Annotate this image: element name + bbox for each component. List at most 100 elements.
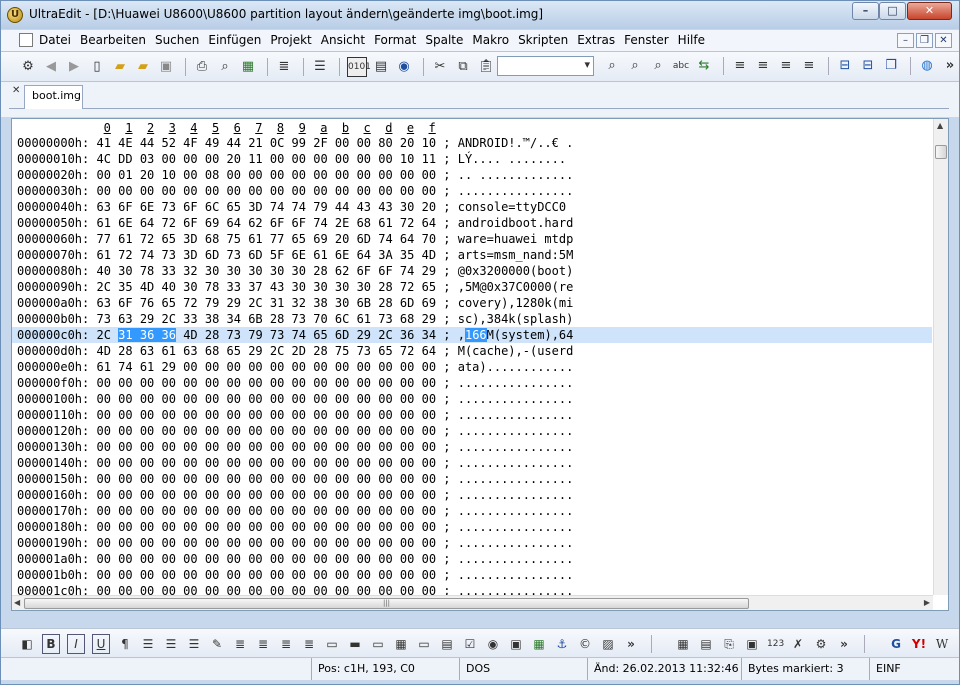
bold-icon[interactable]: B (42, 634, 60, 654)
align-left-icon[interactable]: ≡ (731, 57, 749, 75)
hex-row[interactable]: 00000090h: 2C 35 4D 40 30 78 33 37 43 30… (17, 279, 932, 295)
more-tools-icon[interactable]: » (941, 57, 959, 75)
hex-row[interactable]: 00000050h: 61 6E 64 72 6F 69 64 62 6F 6F… (17, 215, 932, 231)
hex-row[interactable]: 000000a0h: 63 6F 76 65 72 79 29 2C 31 32… (17, 295, 932, 311)
hex-lines[interactable]: 00000000h: 41 4E 44 52 4F 49 44 21 0C 99… (12, 135, 932, 599)
form-icon[interactable]: ▭ (324, 635, 340, 653)
menu-item[interactable]: Datei (39, 33, 78, 47)
heading4-icon[interactable]: ≣ (301, 635, 317, 653)
radio-icon[interactable]: ◉ (485, 635, 501, 653)
hex-row[interactable]: 00000170h: 00 00 00 00 00 00 00 00 00 00… (17, 503, 932, 519)
menu-item[interactable]: Fenster (624, 33, 676, 47)
find-files-icon[interactable]: ⌕ (649, 57, 667, 75)
menu-item[interactable]: Einfügen (208, 33, 268, 47)
hex-row[interactable]: 00000150h: 00 00 00 00 00 00 00 00 00 00… (17, 471, 932, 487)
hex-row[interactable]: 00000020h: 00 01 20 10 00 08 00 00 00 00… (17, 167, 932, 183)
scroll-right-icon[interactable]: ▶ (924, 598, 930, 607)
image-icon[interactable]: ▦ (239, 58, 257, 76)
hex-row[interactable]: 00000130h: 00 00 00 00 00 00 00 00 00 00… (17, 439, 932, 455)
hex-row[interactable]: 00000040h: 63 6F 6E 73 6F 6C 65 3D 74 74… (17, 199, 932, 215)
anchor-icon[interactable]: ⚓ (554, 635, 570, 653)
table-icon[interactable]: ▦ (393, 635, 409, 653)
menu-item[interactable]: Format (374, 33, 423, 47)
hex-row[interactable]: 00000060h: 77 61 72 65 3D 68 75 61 77 65… (17, 231, 932, 247)
vertical-scrollbar[interactable]: ▲ (933, 119, 948, 595)
vertical-scroll-thumb[interactable] (935, 145, 947, 159)
align-center-icon[interactable]: ≡ (754, 57, 772, 75)
yahoo-icon[interactable]: Y! (911, 635, 927, 653)
hex-row[interactable]: 00000100h: 00 00 00 00 00 00 00 00 00 00… (17, 391, 932, 407)
hex-row[interactable]: 00000030h: 00 00 00 00 00 00 00 00 00 00… (17, 183, 932, 199)
checkbox-icon[interactable]: ☑ (462, 635, 478, 653)
wizard-icon[interactable]: ⚙ (813, 635, 829, 653)
color-icon[interactable]: ▨ (600, 635, 616, 653)
hex-row[interactable]: 00000010h: 4C DD 03 00 00 00 20 11 00 00… (17, 151, 932, 167)
hex-row[interactable]: 000000b0h: 73 63 29 2C 33 38 34 6B 28 73… (17, 311, 932, 327)
id-icon[interactable]: ▣ (744, 635, 760, 653)
justify-icon[interactable]: ≡ (800, 57, 818, 75)
menu-item[interactable]: Suchen (155, 33, 206, 47)
hex-row[interactable]: 000000d0h: 4D 28 63 61 63 68 65 29 2C 2D… (17, 343, 932, 359)
menu-item[interactable]: Spalte (425, 33, 470, 47)
close-tab-icon[interactable]: ✕ (12, 85, 20, 96)
clipboard-combo[interactable] (497, 56, 594, 76)
hex-row[interactable]: 00000110h: 00 00 00 00 00 00 00 00 00 00… (17, 407, 932, 423)
copy-icon[interactable]: ⧉ (454, 58, 472, 76)
image-insert-icon[interactable]: ▦ (531, 635, 547, 653)
hex-row[interactable]: 00000000h: 41 4E 44 52 4F 49 44 21 0C 99… (17, 135, 932, 151)
hex-row[interactable]: 00000070h: 61 72 74 73 3D 6D 73 6D 5F 6E… (17, 247, 932, 263)
export-icon[interactable]: ⎘ (721, 635, 737, 653)
close-button[interactable]: ✕ (907, 2, 952, 20)
column-mode-icon[interactable]: ▤ (372, 58, 390, 76)
hex-editor[interactable]: 0123456789abcdef 00000000h: 41 4E 44 52 … (11, 118, 949, 611)
bullet-list-icon[interactable]: ☰ (140, 635, 156, 653)
menu-item[interactable]: Hilfe (678, 33, 712, 47)
doc-restore-button[interactable]: ❐ (916, 33, 933, 48)
more-extra-icon[interactable]: » (836, 635, 852, 653)
hr-icon[interactable]: ▬ (347, 635, 363, 653)
cascade-icon[interactable]: ❐ (882, 57, 900, 75)
hex-row[interactable]: 000001b0h: 00 00 00 00 00 00 00 00 00 00… (17, 567, 932, 583)
google-icon[interactable]: G (888, 635, 904, 653)
document-icon[interactable] (19, 33, 33, 47)
menu-item[interactable]: Skripten (518, 33, 575, 47)
hex-row[interactable]: 00000140h: 00 00 00 00 00 00 00 00 00 00… (17, 455, 932, 471)
wikipedia-icon[interactable]: W (934, 635, 950, 653)
maximize-button[interactable]: □ (879, 2, 906, 20)
minimize-button[interactable]: – (852, 2, 879, 20)
scroll-left-icon[interactable]: ◀ (14, 598, 20, 607)
menu-item[interactable]: Makro (472, 33, 516, 47)
grid-icon[interactable]: ▦ (675, 635, 691, 653)
list-box-icon[interactable]: ▤ (439, 635, 455, 653)
hex-row[interactable]: 000000c0h: 2C 31 36 36 4D 28 73 79 73 74… (12, 327, 932, 343)
frame-icon[interactable]: ▣ (508, 635, 524, 653)
hex-row[interactable]: 00000190h: 00 00 00 00 00 00 00 00 00 00… (17, 535, 932, 551)
spell-check-icon[interactable]: abc (672, 57, 690, 75)
tab-boot-img[interactable]: boot.img (24, 85, 83, 109)
print-icon[interactable]: ⎙ (193, 58, 211, 76)
hex-row[interactable]: 00000160h: 00 00 00 00 00 00 00 00 00 00… (17, 487, 932, 503)
align-right-icon[interactable]: ≡ (777, 57, 795, 75)
open-recent-icon[interactable]: ▰ (134, 58, 152, 76)
hex-row[interactable]: 00000120h: 00 00 00 00 00 00 00 00 00 00… (17, 423, 932, 439)
horizontal-scrollbar[interactable]: ◀ ||| ▶ (12, 595, 933, 610)
menu-item[interactable]: Ansicht (321, 33, 372, 47)
menu-item[interactable]: Extras (577, 33, 622, 47)
italic-icon[interactable]: I (67, 634, 85, 654)
back-icon[interactable]: ◀ (42, 58, 60, 76)
print-preview-icon[interactable]: ⌕ (216, 58, 234, 76)
heading2-icon[interactable]: ≣ (255, 635, 271, 653)
button-icon[interactable]: ▭ (416, 635, 432, 653)
tools-icon[interactable]: ✗ (790, 635, 806, 653)
more-format-icon[interactable]: » (623, 635, 639, 653)
app-icon[interactable]: ⚙ (19, 58, 37, 76)
menu-item[interactable]: Bearbeiten (80, 33, 153, 47)
numbers-icon[interactable]: 123 (767, 635, 784, 653)
heading3-icon[interactable]: ≣ (278, 635, 294, 653)
replace-icon[interactable]: ⇆ (695, 57, 713, 75)
globe-icon[interactable]: ◍ (918, 57, 936, 75)
hex-row[interactable]: 00000180h: 00 00 00 00 00 00 00 00 00 00… (17, 519, 932, 535)
find-next-icon[interactable]: ⌕ (626, 57, 644, 75)
doc-close-button[interactable]: ✕ (935, 33, 952, 48)
find-icon[interactable]: ⌕ (603, 57, 621, 75)
